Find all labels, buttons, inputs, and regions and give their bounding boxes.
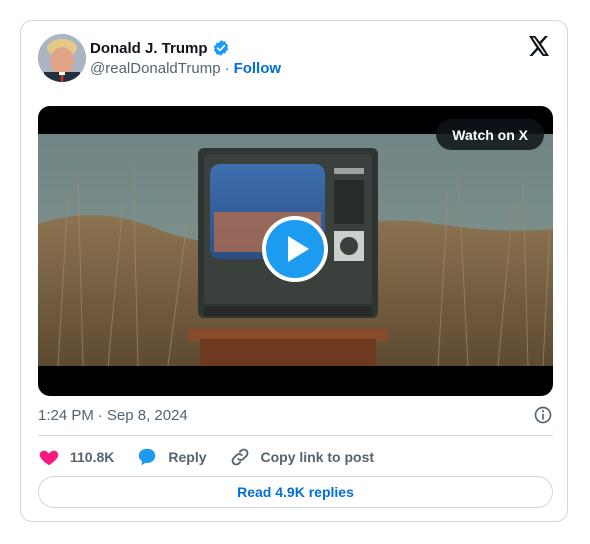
reply-button[interactable]: Reply bbox=[136, 446, 207, 468]
handle-separator: · bbox=[224, 60, 230, 77]
like-count: 110.8K bbox=[70, 449, 115, 465]
tweet-date: Sep 8, 2024 bbox=[106, 406, 188, 424]
link-icon bbox=[231, 448, 248, 466]
copy-link-label: Copy link to post bbox=[260, 449, 375, 465]
action-bar: 110.8K Reply Copy link to post bbox=[38, 445, 396, 469]
heart-icon bbox=[39, 450, 59, 466]
verified-badge-icon bbox=[213, 40, 228, 56]
copy-link-button[interactable]: Copy link to post bbox=[229, 446, 375, 468]
timestamp[interactable]: 1:24 PM · Sep 8, 2024 bbox=[38, 407, 188, 424]
video-player[interactable]: Watch on X bbox=[38, 106, 553, 396]
read-replies-button[interactable]: Read 4.9K replies bbox=[38, 476, 553, 508]
reply-bubble-icon bbox=[139, 448, 156, 466]
like-button[interactable]: 110.8K bbox=[38, 446, 114, 468]
watch-on-x-button[interactable]: Watch on X bbox=[436, 119, 544, 150]
x-logo-icon[interactable] bbox=[526, 34, 550, 58]
reply-label: Reply bbox=[168, 449, 207, 465]
tweet-card: Donald J. Trump @realDonaldTrump · Follo… bbox=[20, 20, 568, 522]
tweet-meta: 1:24 PM · Sep 8, 2024 bbox=[38, 405, 553, 425]
display-name[interactable]: Donald J. Trump bbox=[90, 40, 208, 57]
handle-row: @realDonaldTrump · Follow bbox=[90, 60, 281, 77]
play-icon[interactable] bbox=[262, 216, 328, 282]
info-icon[interactable] bbox=[533, 405, 553, 425]
name-row: Donald J. Trump bbox=[90, 39, 230, 57]
meta-separator: · bbox=[97, 406, 103, 424]
handle[interactable]: @realDonaldTrump bbox=[90, 60, 221, 77]
divider bbox=[38, 435, 553, 436]
follow-button[interactable]: Follow bbox=[234, 60, 282, 77]
avatar[interactable] bbox=[38, 34, 86, 82]
tweet-time: 1:24 PM bbox=[38, 406, 94, 424]
